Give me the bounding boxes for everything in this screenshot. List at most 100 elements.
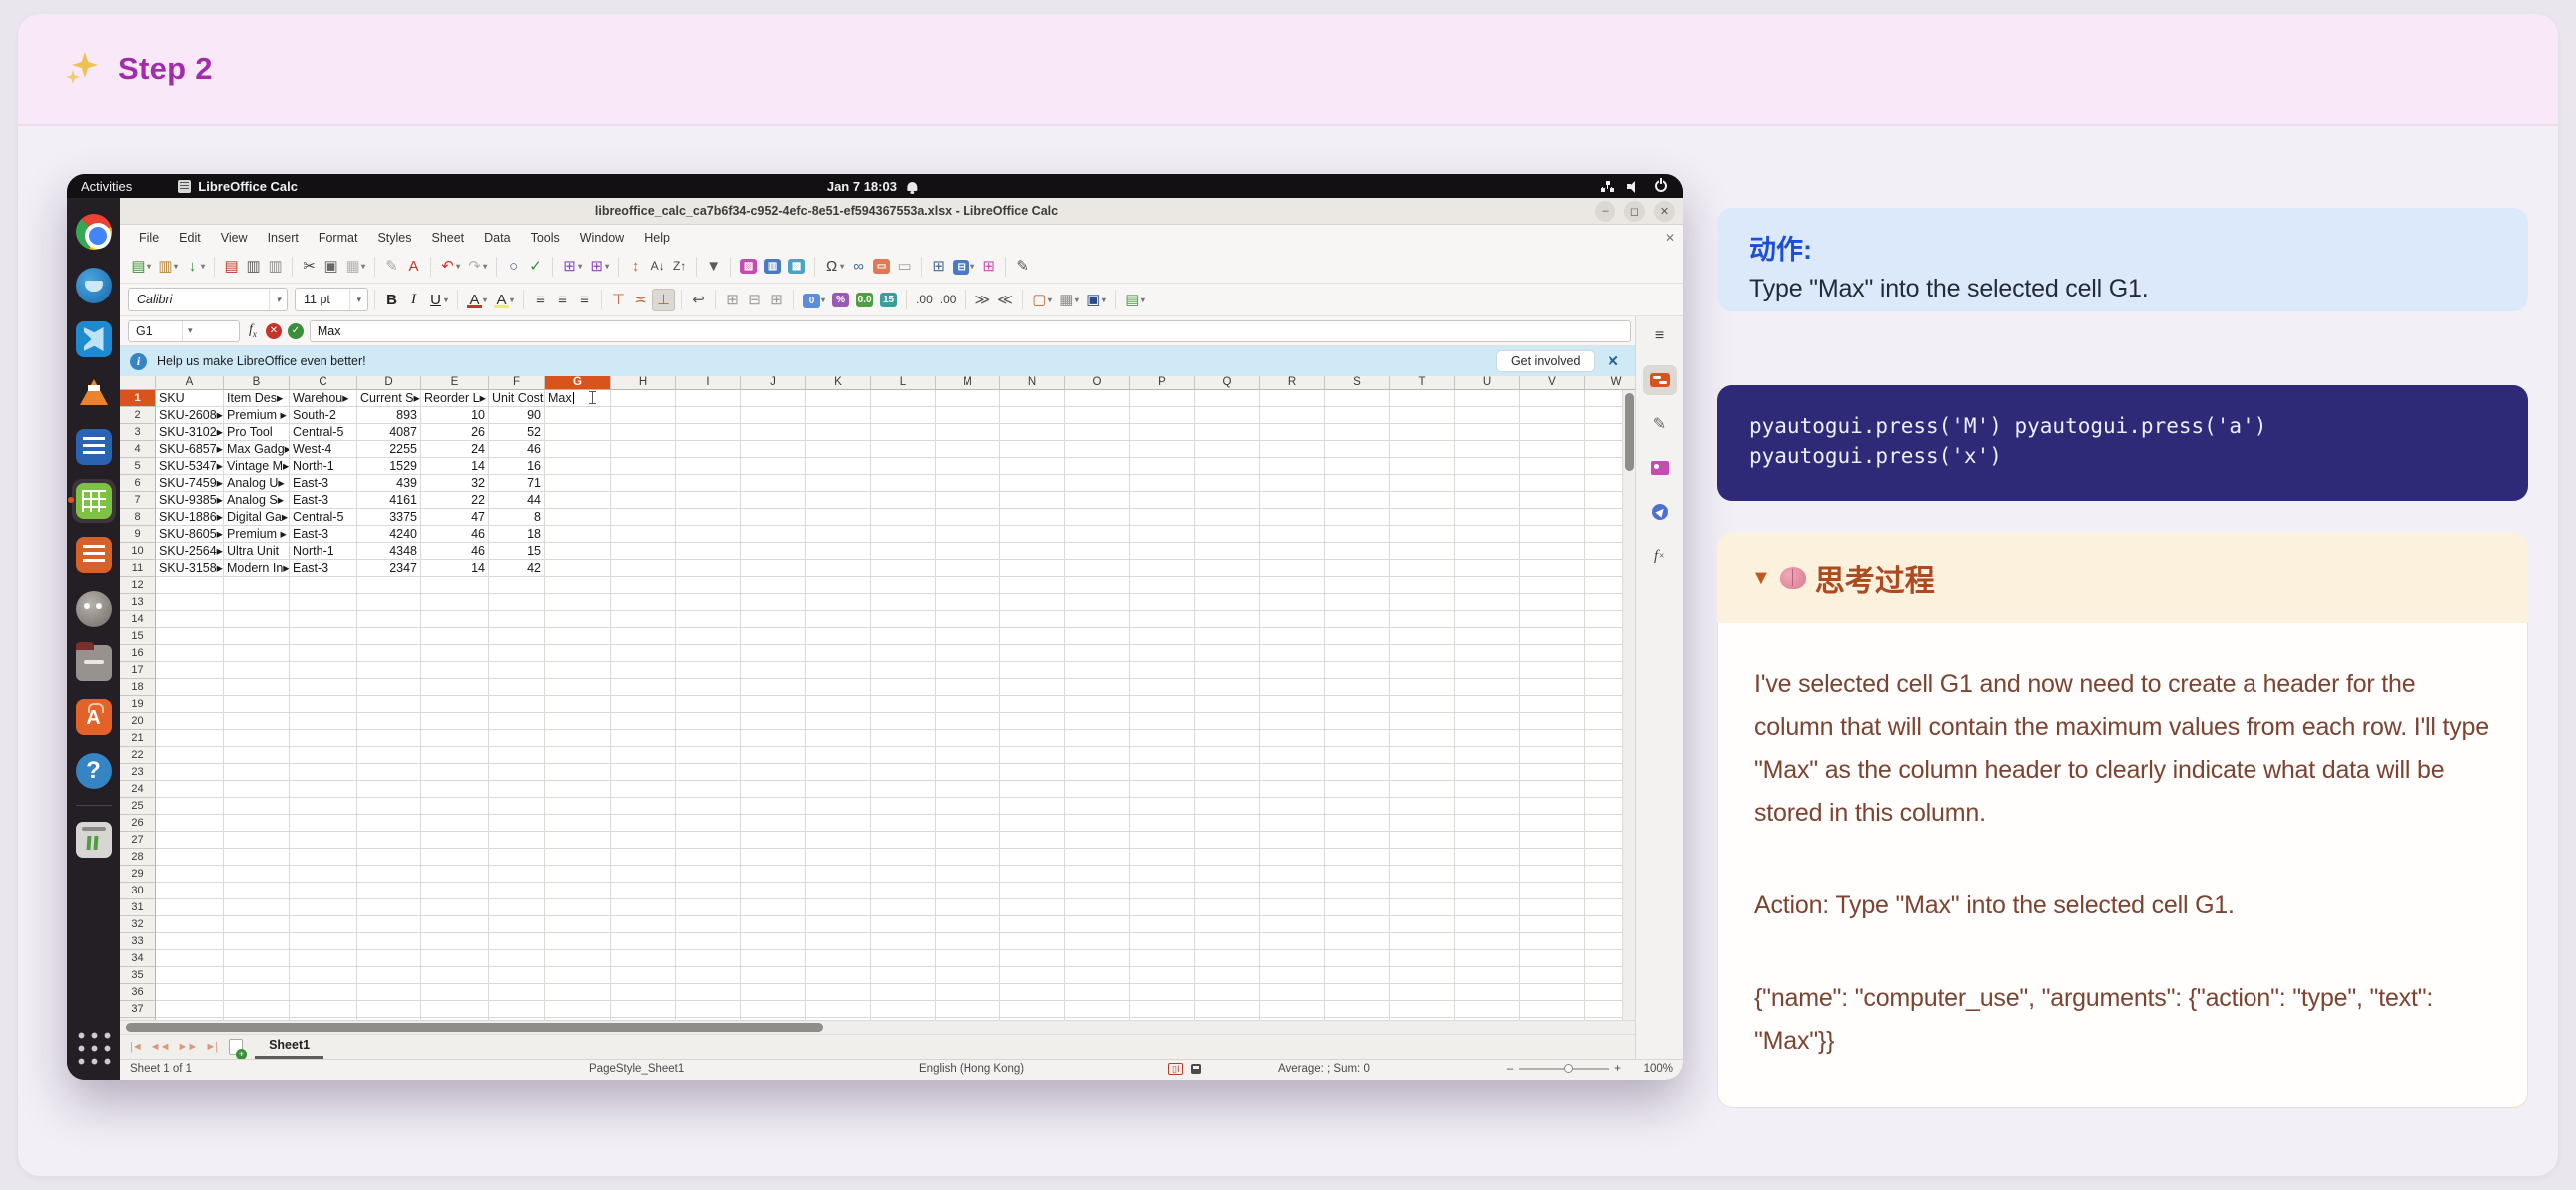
cell-M19[interactable] [936,696,1000,713]
column-icon[interactable]: ⊞▾ [586,256,612,277]
cell-K13[interactable] [806,594,871,611]
border-style-icon[interactable]: ▦▾ [1056,290,1082,310]
cell-B27[interactable] [224,832,290,849]
cell-M35[interactable] [936,967,1000,984]
cell-S17[interactable] [1325,662,1390,679]
cell-I4[interactable] [676,441,741,458]
cell-S28[interactable] [1325,849,1390,866]
cell-T29[interactable] [1390,866,1455,883]
cell-P31[interactable] [1130,899,1195,916]
cell-B21[interactable] [224,730,290,747]
row-header-37[interactable]: 37 [120,1001,156,1018]
cell-L34[interactable] [871,950,936,967]
column-header-O[interactable]: O [1065,376,1130,390]
cell-E27[interactable] [421,832,489,849]
cell-B19[interactable] [224,696,290,713]
cell-F24[interactable] [489,781,545,798]
cell-H3[interactable] [611,424,676,441]
cell-L18[interactable] [871,679,936,696]
cell-A1[interactable]: SKU [156,390,224,407]
functions-icon[interactable]: f× [1643,541,1677,571]
cell-H25[interactable] [611,798,676,815]
cell-V37[interactable] [1520,1001,1585,1018]
cell-I23[interactable] [676,764,741,781]
cell-S32[interactable] [1325,916,1390,933]
cell-I24[interactable] [676,781,741,798]
status-language[interactable]: English (Hong Kong) [919,1063,1024,1075]
cell-M15[interactable] [936,628,1000,645]
cell-O17[interactable] [1065,662,1130,679]
cell-C7[interactable]: East-3 [290,492,357,509]
cell-A10[interactable]: SKU-2564▸ [156,543,224,560]
cell-N20[interactable] [1000,713,1065,730]
cell-B24[interactable] [224,781,290,798]
cell-D29[interactable] [357,866,421,883]
cell-A7[interactable]: SKU-9385▸ [156,492,224,509]
cell-I13[interactable] [676,594,741,611]
cell-Q11[interactable] [1195,560,1260,577]
cell-G25[interactable] [545,798,611,815]
cell-M22[interactable] [936,747,1000,764]
cell-L5[interactable] [871,458,936,475]
cell-V23[interactable] [1520,764,1585,781]
cell-M17[interactable] [936,662,1000,679]
cell-D17[interactable] [357,662,421,679]
cell-D25[interactable] [357,798,421,815]
cell-S8[interactable] [1325,509,1390,526]
cell-C29[interactable] [290,866,357,883]
cell-V2[interactable] [1520,407,1585,424]
row-header-19[interactable]: 19 [120,696,156,713]
comment-icon[interactable]: ▭ [870,257,893,276]
print-icon[interactable]: ▥ [243,256,264,277]
cell-U3[interactable] [1455,424,1520,441]
cell-T24[interactable] [1390,781,1455,798]
cell-S1[interactable] [1325,390,1390,407]
font-size-combobox[interactable]: 11 pt▾ [295,288,368,311]
cell-V11[interactable] [1520,560,1585,577]
cell-J32[interactable] [741,916,806,933]
highlighting-color-icon[interactable]: A▾ [491,290,517,310]
cell-J26[interactable] [741,815,806,832]
cell-O21[interactable] [1065,730,1130,747]
column-header-H[interactable]: H [611,376,676,390]
cell-D23[interactable] [357,764,421,781]
row-header-28[interactable]: 28 [120,849,156,866]
format-number-icon[interactable]: 0.0 [853,291,876,309]
cell-Q7[interactable] [1195,492,1260,509]
cell-L19[interactable] [871,696,936,713]
cell-P11[interactable] [1130,560,1195,577]
cell-T1[interactable] [1390,390,1455,407]
cell-J27[interactable] [741,832,806,849]
special-character-icon[interactable]: Ω▾ [821,256,847,277]
cell-J19[interactable] [741,696,806,713]
cell-E8[interactable]: 47 [421,509,489,526]
cell-U16[interactable] [1455,645,1520,662]
cell-U21[interactable] [1455,730,1520,747]
cell-R15[interactable] [1260,628,1325,645]
cell-I11[interactable] [676,560,741,577]
cell-M1[interactable] [936,390,1000,407]
cell-O10[interactable] [1065,543,1130,560]
cell-H26[interactable] [611,815,676,832]
cell-C9[interactable]: East-3 [290,526,357,543]
cell-M24[interactable] [936,781,1000,798]
cell-P37[interactable] [1130,1001,1195,1018]
cell-P18[interactable] [1130,679,1195,696]
cell-L10[interactable] [871,543,936,560]
cell-U14[interactable] [1455,611,1520,628]
cell-A29[interactable] [156,866,224,883]
cell-J6[interactable] [741,475,806,492]
clear-formatting-icon[interactable]: A [403,256,424,277]
get-involved-button[interactable]: Get involved [1496,350,1595,372]
column-header-S[interactable]: S [1325,376,1390,390]
column-header-F[interactable]: F [489,376,545,390]
cell-E6[interactable]: 32 [421,475,489,492]
cell-T35[interactable] [1390,967,1455,984]
cell-G6[interactable] [545,475,611,492]
cell-E12[interactable] [421,577,489,594]
cell-C28[interactable] [290,849,357,866]
cell-S15[interactable] [1325,628,1390,645]
close-document-icon[interactable]: ✕ [1665,231,1675,245]
cell-U12[interactable] [1455,577,1520,594]
cell-S19[interactable] [1325,696,1390,713]
